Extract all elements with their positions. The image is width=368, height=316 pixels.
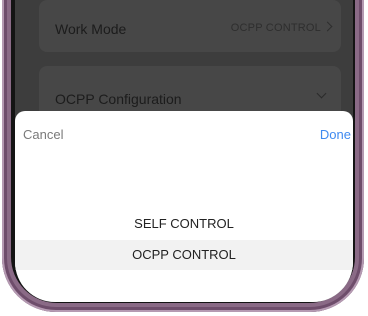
cancel-button[interactable]: Cancel — [23, 127, 63, 142]
picker-sheet: Cancel Done SELF CONTROL OCPP CONTROL — [15, 111, 353, 302]
screenshot-stage: Work Mode OCPP CONTROL OCPP Configuratio… — [0, 0, 368, 316]
chevron-right-icon — [322, 21, 333, 32]
work-mode-label: Work Mode — [55, 21, 127, 37]
work-mode-value: OCPP CONTROL — [230, 22, 321, 34]
ocpp-configuration-label: OCPP Configuration — [55, 91, 182, 107]
done-button[interactable]: Done — [320, 127, 351, 142]
picker-option-self-control[interactable]: SELF CONTROL — [15, 209, 353, 239]
work-mode-row[interactable]: Work Mode OCPP CONTROL — [39, 0, 341, 52]
phone-screen: Work Mode OCPP CONTROL OCPP Configuratio… — [15, 0, 353, 302]
chevron-down-icon — [316, 88, 327, 99]
picker-option-ocpp-control[interactable]: OCPP CONTROL — [15, 240, 353, 270]
